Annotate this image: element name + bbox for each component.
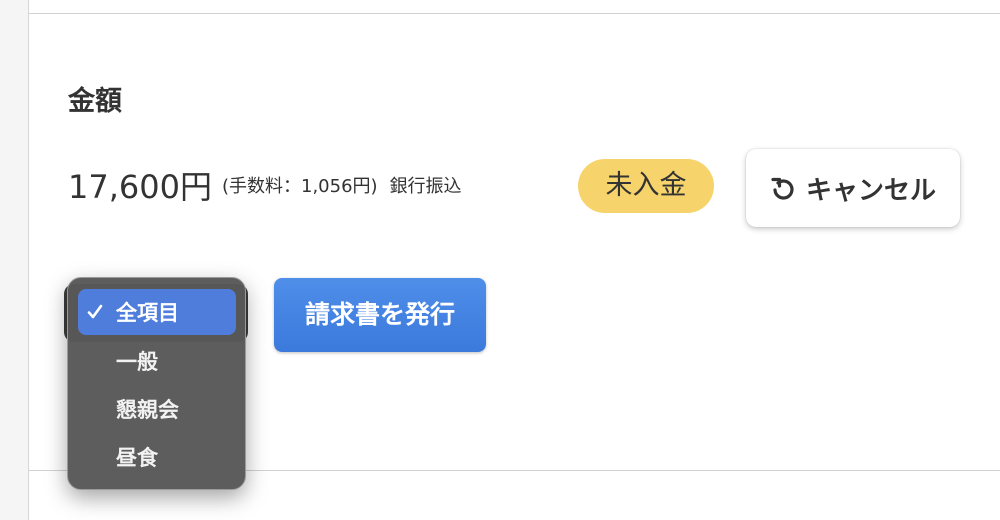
dropdown-option-label: 全項目: [116, 301, 179, 325]
left-gutter: [0, 0, 29, 520]
payment-method: 銀行振込: [389, 176, 462, 197]
amount-value: 17,600円: [68, 168, 212, 206]
fee-value: (手数料：1,056円): [221, 176, 378, 197]
dropdown-option-label: 昼食: [116, 446, 158, 470]
cancel-button-label: キャンセル: [805, 175, 936, 206]
dropdown-option-lunch[interactable]: 昼食: [78, 434, 236, 480]
status-badge: 未入金: [578, 159, 714, 213]
issue-invoice-button[interactable]: 請求書を発行: [274, 278, 486, 352]
amount-row: 17,600円 (手数料：1,056円) 銀行振込: [68, 164, 462, 210]
divider: [28, 13, 1000, 14]
undo-icon: [771, 177, 794, 200]
checkmark-icon: [80, 303, 110, 321]
dropdown-option-all[interactable]: 全項目: [78, 289, 236, 335]
payment-panel: 金額 17,600円 (手数料：1,056円) 銀行振込 未入金 キャンセル 請…: [0, 0, 1000, 520]
dropdown-option-label: 懇親会: [116, 398, 179, 422]
dropdown-option-label: 一般: [116, 350, 158, 374]
dropdown-option-general[interactable]: 一般: [78, 338, 236, 384]
dropdown-option-social[interactable]: 懇親会: [78, 386, 236, 432]
cancel-button[interactable]: キャンセル: [746, 149, 960, 227]
section-title: 金額: [68, 86, 122, 117]
category-dropdown-menu: 全項目 一般 懇親会 昼食: [67, 277, 246, 490]
